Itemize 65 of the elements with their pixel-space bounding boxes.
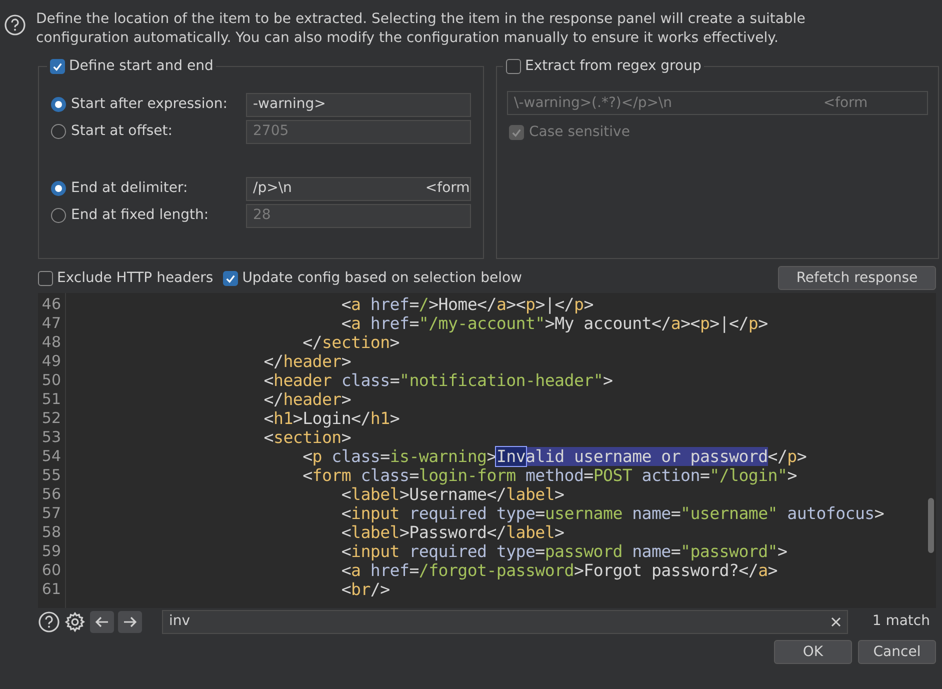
match-count: 1 match <box>872 612 931 631</box>
help-text: Define the location of the item to be extracted. Selecting the item in the response panel will create a suitable configuration automatically. You can also modify the configuration manually to ensure it works effectively. <box>36 10 806 48</box>
line-number: 55 <box>42 466 61 485</box>
checkbox[interactable] <box>223 270 238 286</box>
refetch-button[interactable]: Refetch response <box>778 266 936 290</box>
left-arrow-icon <box>95 616 109 628</box>
checkbox-label: Define start and end <box>69 57 214 76</box>
code-line: <form class=login-form method=POST action="/login"> <box>302 466 798 485</box>
checkbox[interactable] <box>50 59 65 74</box>
checkbox-label: Case sensitive <box>529 123 630 142</box>
code-line: <br/> <box>340 580 391 599</box>
settings-icon[interactable] <box>64 610 86 632</box>
checkmark-icon <box>52 61 63 72</box>
checkbox-label: Update config based on selection below <box>242 268 522 288</box>
line-number: 61 <box>42 580 61 599</box>
code-line: <a href="/my-account">My account</a><p>|</p> <box>340 314 769 333</box>
line-number: 57 <box>42 504 61 523</box>
line-number: 49 <box>42 352 61 371</box>
line-number: 56 <box>42 485 61 504</box>
checkbox-label: Extract from regex group <box>525 57 702 76</box>
option-label: End at delimiter: <box>71 179 188 198</box>
code-line: <h1>Login</h1> <box>262 409 401 428</box>
code-line: <label>Username</label> <box>340 485 566 504</box>
line-number: 52 <box>42 409 61 428</box>
code-line: </section> <box>302 333 400 352</box>
code-line: </header> <box>262 390 352 409</box>
close-icon[interactable] <box>831 616 841 626</box>
checkbox-label: Exclude HTTP headers <box>57 268 214 288</box>
next-button[interactable] <box>118 610 142 632</box>
code-line: <label>Password</label> <box>340 523 566 542</box>
code-line: <input required type=password name="password"> <box>340 542 788 561</box>
checkbox[interactable] <box>38 270 53 286</box>
help-icon[interactable] <box>4 14 26 36</box>
code-line: </header> <box>262 352 352 371</box>
code-line: <input required type=username name="username" autofocus> <box>340 504 884 523</box>
line-number: 58 <box>42 523 61 542</box>
code-line: <a href=/>Home</a><p>|</p> <box>340 295 594 314</box>
radio-button[interactable] <box>51 97 66 112</box>
previous-button[interactable] <box>90 610 114 632</box>
line-number: 46 <box>42 295 61 314</box>
option-label: End at fixed length: <box>71 206 209 225</box>
dialog-button[interactable]: OK <box>774 640 852 664</box>
line-number: 51 <box>42 390 61 409</box>
line-number: 54 <box>42 447 61 466</box>
text-field[interactable]: -warning> <box>246 92 471 116</box>
text-field[interactable]: /p>\n <form <box>246 176 471 200</box>
line-number: 50 <box>42 371 61 390</box>
search-field[interactable]: inv <box>162 610 848 634</box>
code-line: <header class="notification-header"> <box>262 371 614 390</box>
dialog-button[interactable]: Cancel <box>858 640 936 664</box>
option-label: Start at offset: <box>71 122 172 141</box>
radio-button[interactable] <box>51 181 66 196</box>
checkmark-icon <box>511 127 522 138</box>
line-number: 60 <box>42 561 61 580</box>
line-number: 59 <box>42 542 61 561</box>
code-line: <section> <box>262 428 352 447</box>
right-arrow-icon <box>123 616 137 628</box>
code-line: <a href=/forgot-password>Forgot password?</a> <box>340 561 778 580</box>
line-number: 53 <box>42 428 61 447</box>
help-icon[interactable] <box>38 610 60 632</box>
checkmark-icon <box>225 272 236 284</box>
line-number: 48 <box>42 333 61 352</box>
scrollbar-thumb[interactable] <box>928 498 934 553</box>
option-label: Start after expression: <box>71 95 228 114</box>
line-number: 47 <box>42 314 61 333</box>
